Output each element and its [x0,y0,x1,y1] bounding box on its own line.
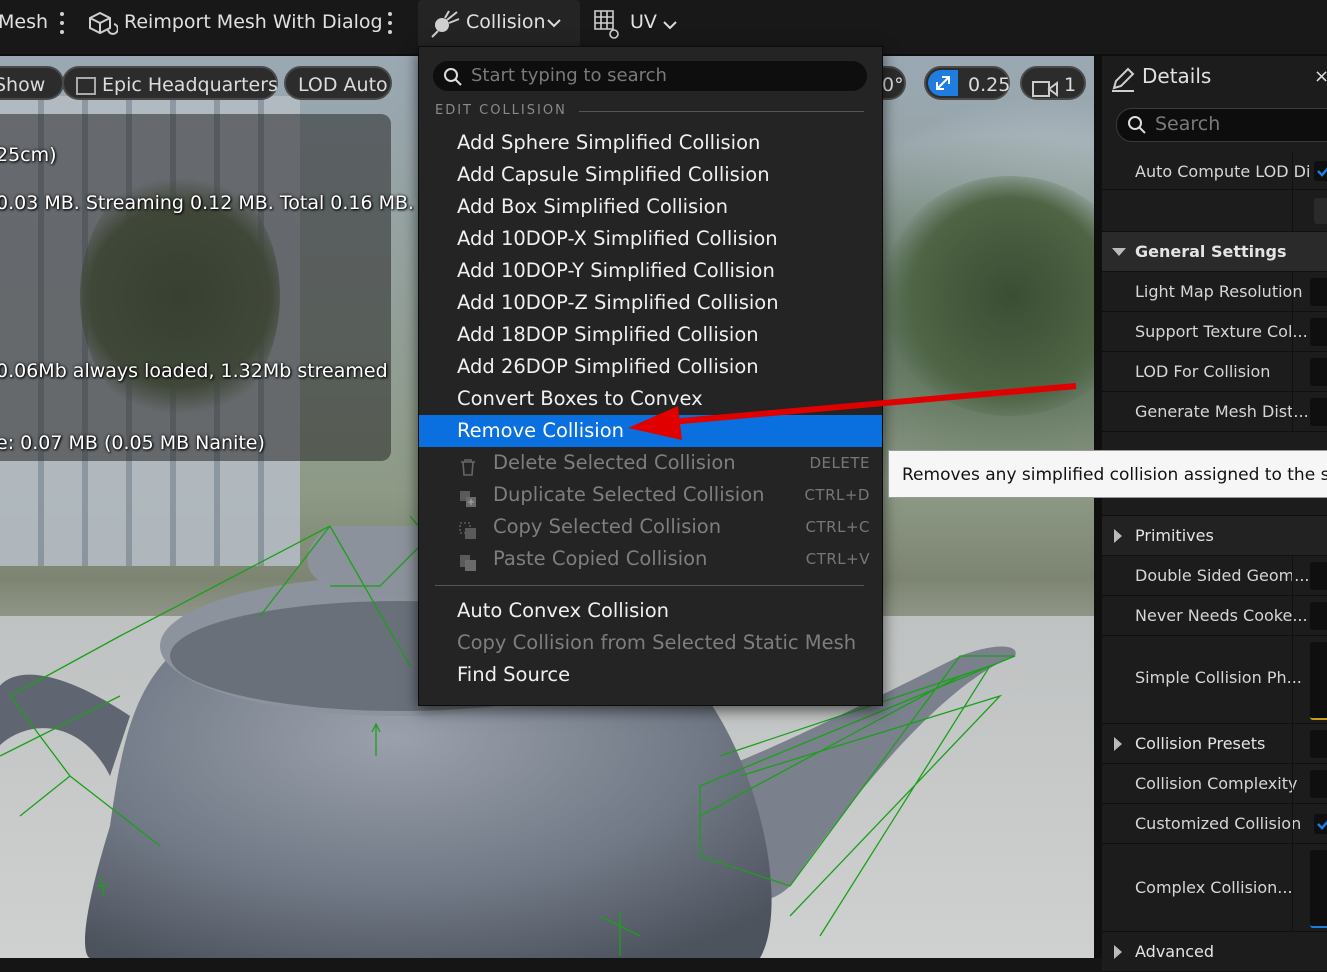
uv-grid-icon [592,8,624,44]
menu-item-paste-copied[interactable]: Paste Copied Collision CTRL+V [419,543,882,575]
divider [435,585,864,586]
menu-item-add-10dop-x[interactable]: Add 10DOP-X Simplified Collision [419,223,882,255]
image-icon [76,76,96,95]
section-general-settings[interactable]: General Settings [1102,232,1327,272]
stats-overlay: 25cm) 0.03 MB. Streaming 0.12 MB. Total … [0,114,414,461]
menu-item-copy-from-selected-mesh[interactable]: Copy Collision from Selected Static Mesh [419,627,882,659]
value-field[interactable] [1310,278,1327,306]
lod-button[interactable]: LOD Auto [284,66,392,100]
value-field[interactable] [1310,358,1327,386]
menu-item-add-18dop[interactable]: Add 18DOP Simplified Collision [419,319,882,351]
reimport-icon [86,10,119,42]
red-arrow-annotation [628,383,1077,440]
value-field[interactable] [1310,318,1327,346]
chevron-right-icon [1114,945,1122,959]
section-collision-presets[interactable]: Collision Presets [1102,724,1327,764]
property-row [1102,190,1327,232]
property-row[interactable]: Double Sided Geom... [1102,556,1327,596]
scale-icon [928,70,958,96]
trash-icon [459,454,477,476]
menu-item-add-10dop-z[interactable]: Add 10DOP-Z Simplified Collision [419,287,882,319]
details-pencil-icon [1110,66,1136,96]
show-menu-button[interactable]: Show [0,66,64,100]
duplicate-icon [459,486,477,507]
remove-collision-tooltip: Removes any simplified collision assigne… [888,450,1327,498]
property-row[interactable]: LOD For Collision [1102,352,1327,392]
close-icon[interactable]: × [1314,66,1327,87]
kebab-icon[interactable] [60,12,64,38]
menu-item-add-box[interactable]: Add Box Simplified Collision [419,191,882,223]
property-row[interactable]: Collision Complexity [1102,764,1327,804]
checkbox[interactable] [1314,814,1327,834]
menu-item-auto-convex[interactable]: Auto Convex Collision [419,595,882,627]
property-row[interactable]: Generate Mesh Dist... [1102,392,1327,432]
chevron-right-icon [1114,737,1122,751]
menu-item-add-10dop-y[interactable]: Add 10DOP-Y Simplified Collision [419,255,882,287]
menu-item-copy-selected[interactable]: Copy Selected Collision CTRL+C [419,511,882,543]
chevron-down-icon [1112,248,1126,256]
stats-line: e: 0.07 MB (0.05 MB Nanite) [0,432,265,454]
divider [579,111,864,112]
value-field[interactable] [1310,642,1327,720]
value-field[interactable] [1310,562,1327,590]
property-row[interactable]: Auto Compute LOD Di [1102,152,1327,190]
menu-item-delete-selected[interactable]: Delete Selected Collision DELETE [419,447,882,479]
section-primitives[interactable]: Primitives [1102,516,1327,556]
camera-icon [1032,75,1058,109]
collision-label: Collision [466,11,546,33]
collision-menu-button[interactable]: Collision [418,0,580,46]
copy-icon [459,518,477,539]
chevron-down-icon [546,14,562,33]
paste-icon [459,550,477,571]
menu-item-duplicate-selected[interactable]: Duplicate Selected Collision CTRL+D [419,479,882,511]
search-icon [1127,115,1147,139]
value-field[interactable] [1310,602,1327,630]
value-field[interactable] [1310,730,1327,758]
environment-button[interactable]: Epic Headquarters [62,66,278,100]
menu-search-input[interactable]: Start typing to search [433,61,867,91]
camera-speed-button[interactable]: 1 [1020,66,1086,100]
stats-line: 25cm) [0,144,57,166]
stats-line: 0.06Mb always loaded, 1.32Mb streamed [0,360,388,382]
uv-menu-button[interactable]: UV [630,11,657,33]
menu-item-find-source[interactable]: Find Source [419,659,882,691]
kebab-icon[interactable] [388,12,392,38]
checkbox[interactable] [1314,161,1327,181]
value-field[interactable] [1310,850,1327,928]
collision-icon [430,10,460,42]
value-field[interactable] [1314,198,1327,224]
chevron-down-icon [662,16,678,35]
section-header-edit-collision: EDIT COLLISION [435,103,567,118]
property-row[interactable]: Light Map Resolution [1102,272,1327,312]
property-row[interactable]: Support Texture Col... [1102,312,1327,352]
search-icon [443,67,463,91]
value-field[interactable] [1310,770,1327,798]
mesh-menu[interactable]: Mesh [0,11,48,33]
property-row[interactable]: Complex Collision... [1102,844,1327,932]
section-advanced[interactable]: Advanced [1102,932,1327,972]
reimport-mesh-button[interactable]: Reimport Mesh With Dialog [124,11,383,33]
details-search-input[interactable]: Search [1116,108,1327,142]
value-field[interactable] [1310,398,1327,426]
menu-item-add-sphere[interactable]: Add Sphere Simplified Collision [419,127,882,159]
menu-item-add-capsule[interactable]: Add Capsule Simplified Collision [419,159,882,191]
property-row[interactable]: Simple Collision Ph... [1102,636,1327,724]
scale-snap-button[interactable]: 0.25 [924,66,1010,100]
stats-line: 0.03 MB. Streaming 0.12 MB. Total 0.16 M… [0,192,415,214]
details-panel: Details × Search Auto Compute LOD Di Gen… [1094,56,1327,972]
property-row[interactable]: Never Needs Cooke... [1102,596,1327,636]
details-title: Details [1142,64,1212,88]
chevron-right-icon [1114,529,1122,543]
property-row[interactable]: Customized Collision [1102,804,1327,844]
